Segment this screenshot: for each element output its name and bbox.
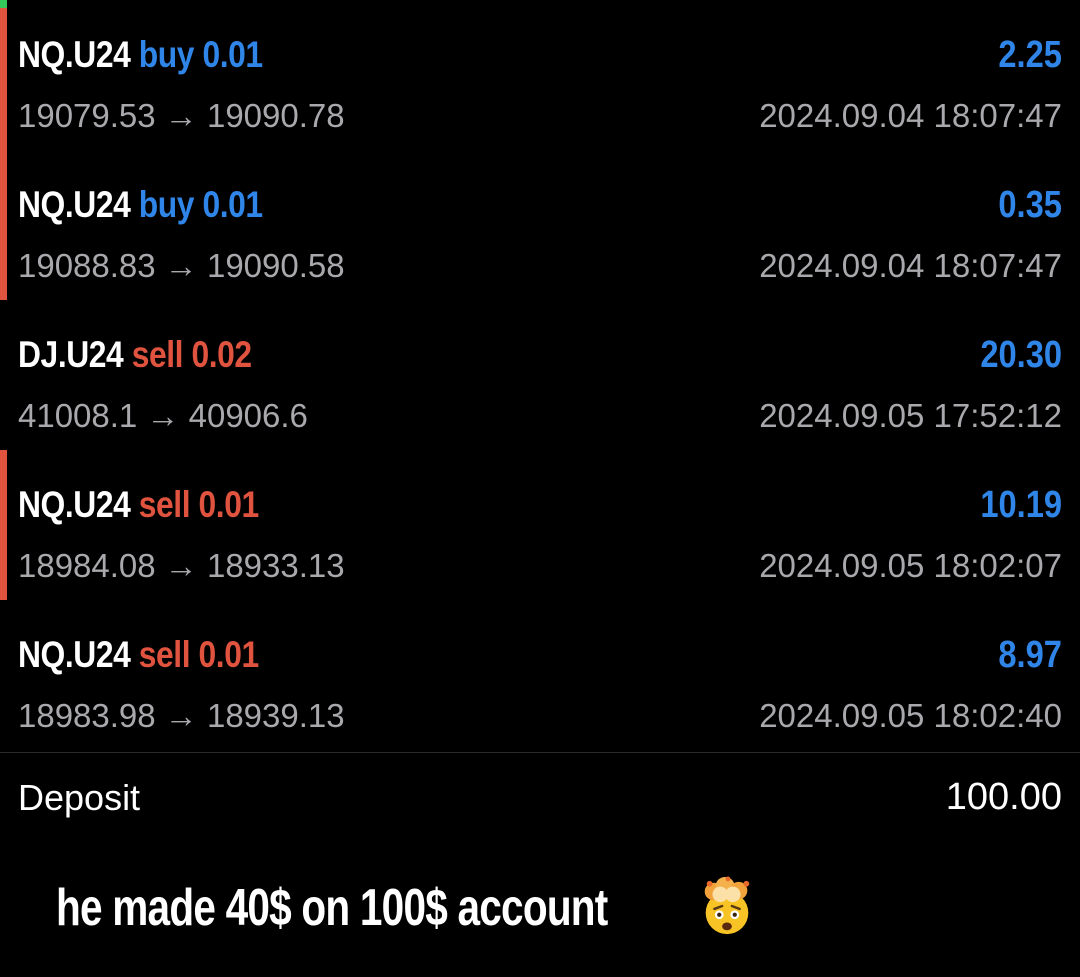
trade-type-volume: sell 0.01	[138, 634, 259, 675]
trade-row[interactable]: NQ.U24 buy 0.01 0.35 19088.83 → 19090.58…	[0, 150, 1080, 300]
trade-row[interactable]: NQ.U24 buy 0.01 2.25 19079.53 → 19090.78…	[0, 0, 1080, 150]
trade-time: 2024.09.05 18:02:40	[759, 697, 1062, 734]
trade-details: 18983.98 → 18939.13 2024.09.05 18:02:40	[18, 696, 1062, 736]
trade-header: NQ.U24 buy 0.01 2.25	[18, 30, 1062, 80]
trade-header: NQ.U24 sell 0.01 10.19	[18, 480, 1062, 530]
exploding-head-icon	[704, 876, 750, 935]
trade-row[interactable]: NQ.U24 sell 0.01 8.97 18983.98 → 18939.1…	[0, 600, 1080, 750]
trade-time: 2024.09.05 18:02:07	[759, 547, 1062, 584]
trade-type-volume: sell 0.02	[131, 334, 252, 375]
trade-profit: 8.97	[998, 633, 1062, 676]
trade-profit: 2.25	[998, 33, 1062, 76]
trade-profit: 0.35	[998, 183, 1062, 226]
trade-prices: 19088.83 → 19090.58	[18, 247, 345, 284]
trade-type-volume: buy 0.01	[138, 184, 263, 225]
deposit-value: 100.00	[945, 776, 1062, 818]
caption-text: he made 40$ on 100$ account	[56, 879, 608, 937]
trade-profit: 20.30	[980, 333, 1062, 376]
trade-header: DJ.U24 sell 0.02 20.30	[18, 330, 1062, 380]
trade-prices: 18984.08 → 18933.13	[18, 547, 345, 584]
trade-symbol: NQ.U24	[18, 34, 131, 75]
trade-time: 2024.09.04 18:07:47	[759, 97, 1062, 134]
trade-history-list: NQ.U24 buy 0.01 2.25 19079.53 → 19090.78…	[0, 0, 1080, 750]
trade-prices: 18983.98 → 18939.13	[18, 697, 345, 734]
deposit-row[interactable]: Deposit 100.00	[18, 770, 1062, 825]
trade-time: 2024.09.05 17:52:12	[759, 397, 1062, 434]
trade-title: NQ.U24 buy 0.01	[18, 34, 263, 76]
trade-title: NQ.U24 sell 0.01	[18, 634, 259, 676]
position-marker	[0, 450, 7, 600]
trade-details: 19079.53 → 19090.78 2024.09.04 18:07:47	[18, 96, 1062, 136]
position-marker	[0, 150, 7, 300]
trade-symbol: NQ.U24	[18, 634, 131, 675]
trade-details: 19088.83 → 19090.58 2024.09.04 18:07:47	[18, 246, 1062, 286]
trade-time: 2024.09.04 18:07:47	[759, 247, 1062, 284]
trade-type-volume: sell 0.01	[138, 484, 259, 525]
trade-prices: 19079.53 → 19090.78	[18, 97, 345, 134]
position-marker	[0, 8, 7, 150]
trade-title: DJ.U24 sell 0.02	[18, 334, 252, 376]
trade-details: 18984.08 → 18933.13 2024.09.05 18:02:07	[18, 546, 1062, 586]
trade-row[interactable]: DJ.U24 sell 0.02 20.30 41008.1 → 40906.6…	[0, 300, 1080, 450]
trade-profit: 10.19	[980, 483, 1062, 526]
trade-header: NQ.U24 sell 0.01 8.97	[18, 630, 1062, 680]
trade-type-volume: buy 0.01	[138, 34, 263, 75]
trade-prices: 41008.1 → 40906.6	[18, 397, 308, 434]
trade-symbol: NQ.U24	[18, 484, 131, 525]
trade-title: NQ.U24 sell 0.01	[18, 484, 259, 526]
trade-row[interactable]: NQ.U24 sell 0.01 10.19 18984.08 → 18933.…	[0, 450, 1080, 600]
trade-title: NQ.U24 buy 0.01	[18, 184, 263, 226]
caption-overlay: he made 40$ on 100$ account	[56, 868, 763, 948]
trade-header: NQ.U24 buy 0.01 0.35	[18, 180, 1062, 230]
trade-details: 41008.1 → 40906.6 2024.09.05 17:52:12	[18, 396, 1062, 436]
deposit-label: Deposit	[18, 776, 141, 818]
divider	[0, 752, 1080, 753]
trade-symbol: DJ.U24	[18, 334, 124, 375]
position-marker-green	[0, 0, 7, 8]
trade-symbol: NQ.U24	[18, 184, 131, 225]
